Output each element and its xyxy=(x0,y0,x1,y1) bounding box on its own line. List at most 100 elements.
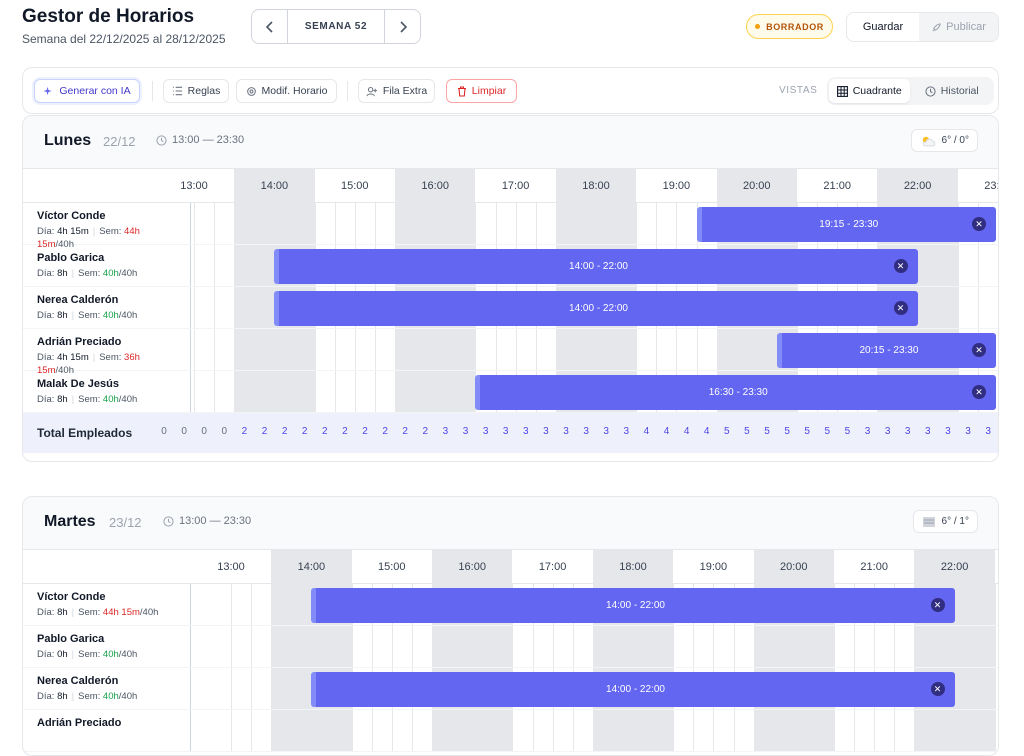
page-title: Gestor de Horarios xyxy=(22,6,195,27)
weather-temps: 6° / 1° xyxy=(941,516,969,527)
shift-time-label: 20:15 - 23:30 xyxy=(859,345,919,356)
total-count: 5 xyxy=(844,426,851,437)
hour-label: 23:00 xyxy=(984,180,998,192)
total-count: 5 xyxy=(744,426,750,437)
day-hours-value: 8h xyxy=(57,691,68,702)
separator: | xyxy=(71,394,75,405)
week-hours-prefix: Sem: xyxy=(99,226,125,237)
weather-widget: 6° / 0° xyxy=(910,129,978,152)
week-hours-total: /40h xyxy=(118,268,138,279)
total-count: 3 xyxy=(482,426,489,437)
day-hours-prefix: Día: xyxy=(37,394,58,405)
close-icon[interactable]: ✕ xyxy=(893,301,908,315)
shift-block[interactable]: 16:30 - 23:30 ✕ xyxy=(475,375,996,410)
fog-icon xyxy=(922,516,935,527)
total-count: 3 xyxy=(985,426,991,437)
close-icon[interactable]: ✕ xyxy=(972,217,986,231)
day-hours-value: 8h xyxy=(57,268,68,279)
chevron-left-icon[interactable] xyxy=(252,10,287,43)
hour-label: 16:00 xyxy=(432,550,513,584)
shift-time-label: 14:00 - 22:00 xyxy=(606,684,665,695)
hour-label: 19:00 xyxy=(699,561,728,573)
save-publish-group: Guardar Publicar xyxy=(846,12,999,42)
employee-hours-summary: Día: 8h | Sem: 40h/40h xyxy=(37,309,177,322)
weather-widget: 6° / 1° xyxy=(912,510,978,533)
shift-block[interactable]: 19:15 - 23:30 ✕ xyxy=(696,207,996,242)
day-hours-range-text: 13:00 — 23:30 xyxy=(179,515,252,527)
week-hours-total: /40h xyxy=(118,310,138,321)
trash-icon xyxy=(457,85,466,97)
hour-label: 15:00 xyxy=(341,180,369,192)
day-hours-value: 8h xyxy=(57,394,68,405)
view-history-button[interactable]: Historial xyxy=(912,79,993,103)
rules-button[interactable]: Reglas xyxy=(163,79,229,103)
list-icon xyxy=(172,86,182,96)
employee-name: Víctor Conde xyxy=(37,210,106,222)
week-hours-prefix: Sem: xyxy=(78,268,103,279)
gear-icon xyxy=(246,86,256,96)
modify-schedule-label: Modif. Horario xyxy=(261,85,328,97)
total-count: 3 xyxy=(462,426,469,437)
shift-block[interactable]: 14:00 - 22:00 ✕ xyxy=(274,249,918,284)
hour-label: 14:00 xyxy=(234,169,315,203)
close-icon[interactable]: ✕ xyxy=(930,598,945,612)
generate-ai-button[interactable]: Generar con IA xyxy=(34,79,140,103)
close-icon[interactable]: ✕ xyxy=(971,385,986,399)
separator: | xyxy=(71,691,75,702)
total-count: 3 xyxy=(623,426,630,437)
day-hours-prefix: Día: xyxy=(37,649,58,660)
chevron-right-icon[interactable] xyxy=(385,10,420,43)
extra-row-button[interactable]: Fila Extra xyxy=(358,79,435,103)
publish-button[interactable]: Publicar xyxy=(919,13,998,41)
total-count: 3 xyxy=(442,426,449,437)
close-icon[interactable]: ✕ xyxy=(971,343,986,357)
week-hours-value: 40h xyxy=(102,394,119,405)
close-icon[interactable]: ✕ xyxy=(893,259,908,273)
total-count: 2 xyxy=(261,426,268,437)
total-count: 3 xyxy=(543,426,549,437)
total-count: 3 xyxy=(904,426,911,437)
week-hours-prefix: Sem: xyxy=(78,310,103,321)
shift-time-label: 14:00 - 22:00 xyxy=(606,600,665,611)
week-navigator: SEMANA 52 xyxy=(251,9,421,44)
employee-hours-summary: Día: 8h | Sem: 40h/40h xyxy=(37,393,177,406)
total-count: 4 xyxy=(703,426,710,437)
total-count: 3 xyxy=(583,426,589,437)
employee-name: Adrián Preciado xyxy=(37,717,122,729)
hour-label: 13:00 xyxy=(217,561,245,573)
day-panel-martes: Martes 23/12 13:00 — 23:30 6° / 1° 13:00… xyxy=(22,496,999,756)
day-hours-value: 8h xyxy=(57,607,68,618)
clock-icon xyxy=(156,134,167,146)
week-hours-total: /40h xyxy=(118,649,138,660)
hour-label: 20:00 xyxy=(716,169,797,203)
view-grid-button[interactable]: Cuadrante xyxy=(829,79,910,103)
week-hours-prefix: Sem: xyxy=(78,607,103,618)
shift-block[interactable]: 14:00 - 22:00 ✕ xyxy=(311,588,955,623)
shift-block[interactable]: 20:15 - 23:30 ✕ xyxy=(776,333,996,368)
save-button[interactable]: Guardar xyxy=(847,13,919,41)
day-panel-lunes: Lunes 22/12 13:00 — 23:30 6° / 0° 13:00 1… xyxy=(22,115,999,462)
week-hours-prefix: Sem: xyxy=(78,691,103,702)
total-count: 3 xyxy=(563,426,569,437)
clear-button[interactable]: Limpiar xyxy=(446,79,517,103)
total-count: 3 xyxy=(945,426,951,437)
total-count: 2 xyxy=(322,426,328,437)
toolbar-divider xyxy=(347,81,348,101)
employee-row xyxy=(23,710,998,752)
generate-ai-label: Generar con IA xyxy=(59,85,131,97)
day-hours-value: 4h 15m xyxy=(57,226,89,237)
total-count: 3 xyxy=(965,426,971,437)
employee-name: Nerea Calderón xyxy=(37,294,119,306)
close-icon[interactable]: ✕ xyxy=(930,682,945,696)
total-count: 3 xyxy=(523,426,529,437)
week-hours-total: /40h xyxy=(139,607,159,618)
modify-schedule-button[interactable]: Modif. Horario xyxy=(236,79,337,103)
shift-block[interactable]: 14:00 - 22:00 ✕ xyxy=(311,672,955,707)
hour-label: 18:00 xyxy=(555,169,637,203)
shift-block[interactable]: 14:00 - 22:00 ✕ xyxy=(274,291,918,326)
views-label: VISTAS xyxy=(779,85,818,96)
total-count: 2 xyxy=(281,426,288,437)
employee-name: Víctor Conde xyxy=(37,591,106,603)
total-count: 2 xyxy=(342,426,348,437)
day-hours-prefix: Día: xyxy=(37,268,58,279)
